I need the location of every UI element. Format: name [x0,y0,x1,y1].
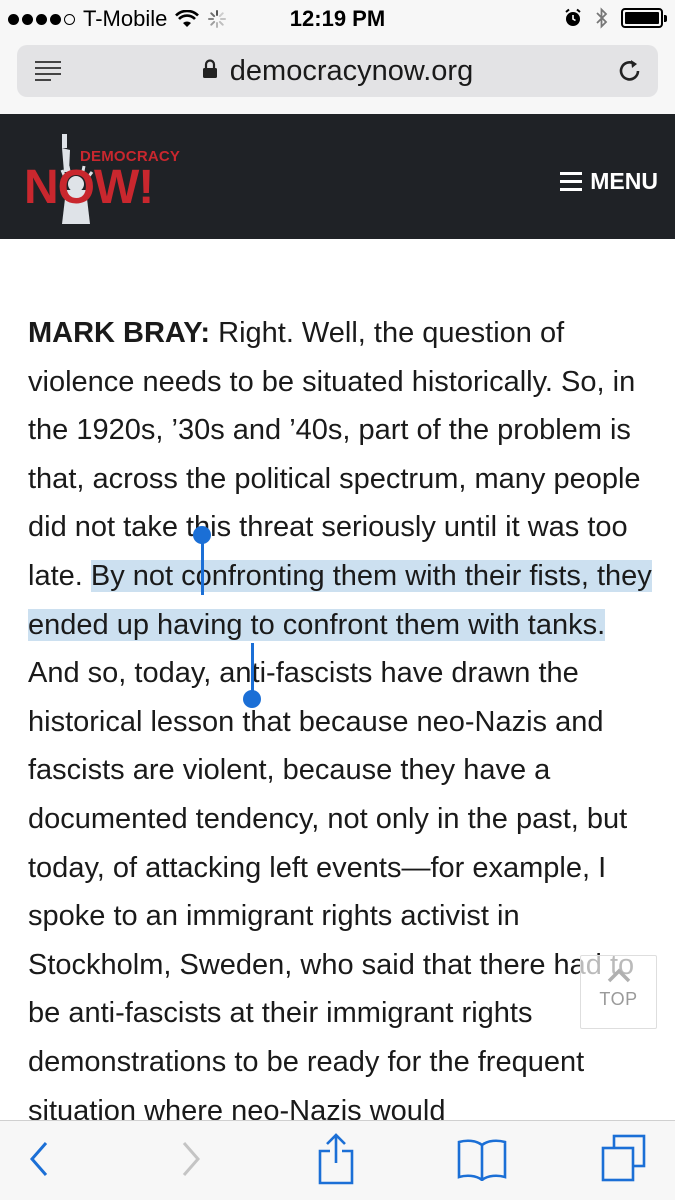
logo-now-text: NOW! [24,161,154,214]
forward-icon[interactable] [178,1137,204,1181]
chevron-up-icon [607,968,630,983]
paragraph-text-before: Right. Well, the question of violence ne… [28,317,641,592]
transcript-paragraph[interactable]: MARK BRAY: Right. Well, the question of … [28,309,658,1120]
url-display[interactable]: democracynow.org [17,55,658,88]
back-to-top-label: TOP [599,989,638,1009]
browser-address-area: democracynow.org [0,38,675,114]
reload-icon[interactable] [616,57,644,85]
clipped-previous-line [28,239,36,254]
browser-toolbar [0,1120,675,1200]
address-bar[interactable]: democracynow.org [17,45,658,97]
selection-start-handle[interactable] [201,533,204,595]
site-header: DEMOCRACY NOW! MENU [0,114,675,239]
back-icon[interactable] [26,1137,52,1181]
lock-icon [202,59,217,79]
speaker-name: MARK BRAY: [28,317,211,349]
url-text: democracynow.org [229,55,474,87]
menu-button[interactable]: MENU [560,168,658,195]
battery-icon [621,8,667,28]
back-to-top-button[interactable]: TOP [580,955,657,1029]
menu-label: MENU [590,168,658,194]
status-bar: T-Mobile 12:19 PM [0,0,675,38]
alarm-icon [565,8,581,26]
hamburger-icon [560,172,583,191]
bluetooth-icon [596,7,608,29]
democracy-now-logo[interactable]: DEMOCRACY NOW! [24,132,180,228]
status-right [563,7,667,29]
selected-text[interactable]: By not confronting them with their fists… [28,559,652,641]
share-icon[interactable] [316,1131,356,1185]
article-body: MARK BRAY: Right. Well, the question of … [0,239,675,1120]
selection-end-handle-knob[interactable] [243,690,261,708]
paragraph-text-after: And so, today, anti-fascists have drawn … [28,657,635,1120]
tabs-icon[interactable] [600,1133,648,1183]
selection-end-handle[interactable] [251,643,254,691]
bookmarks-icon[interactable] [456,1137,508,1181]
